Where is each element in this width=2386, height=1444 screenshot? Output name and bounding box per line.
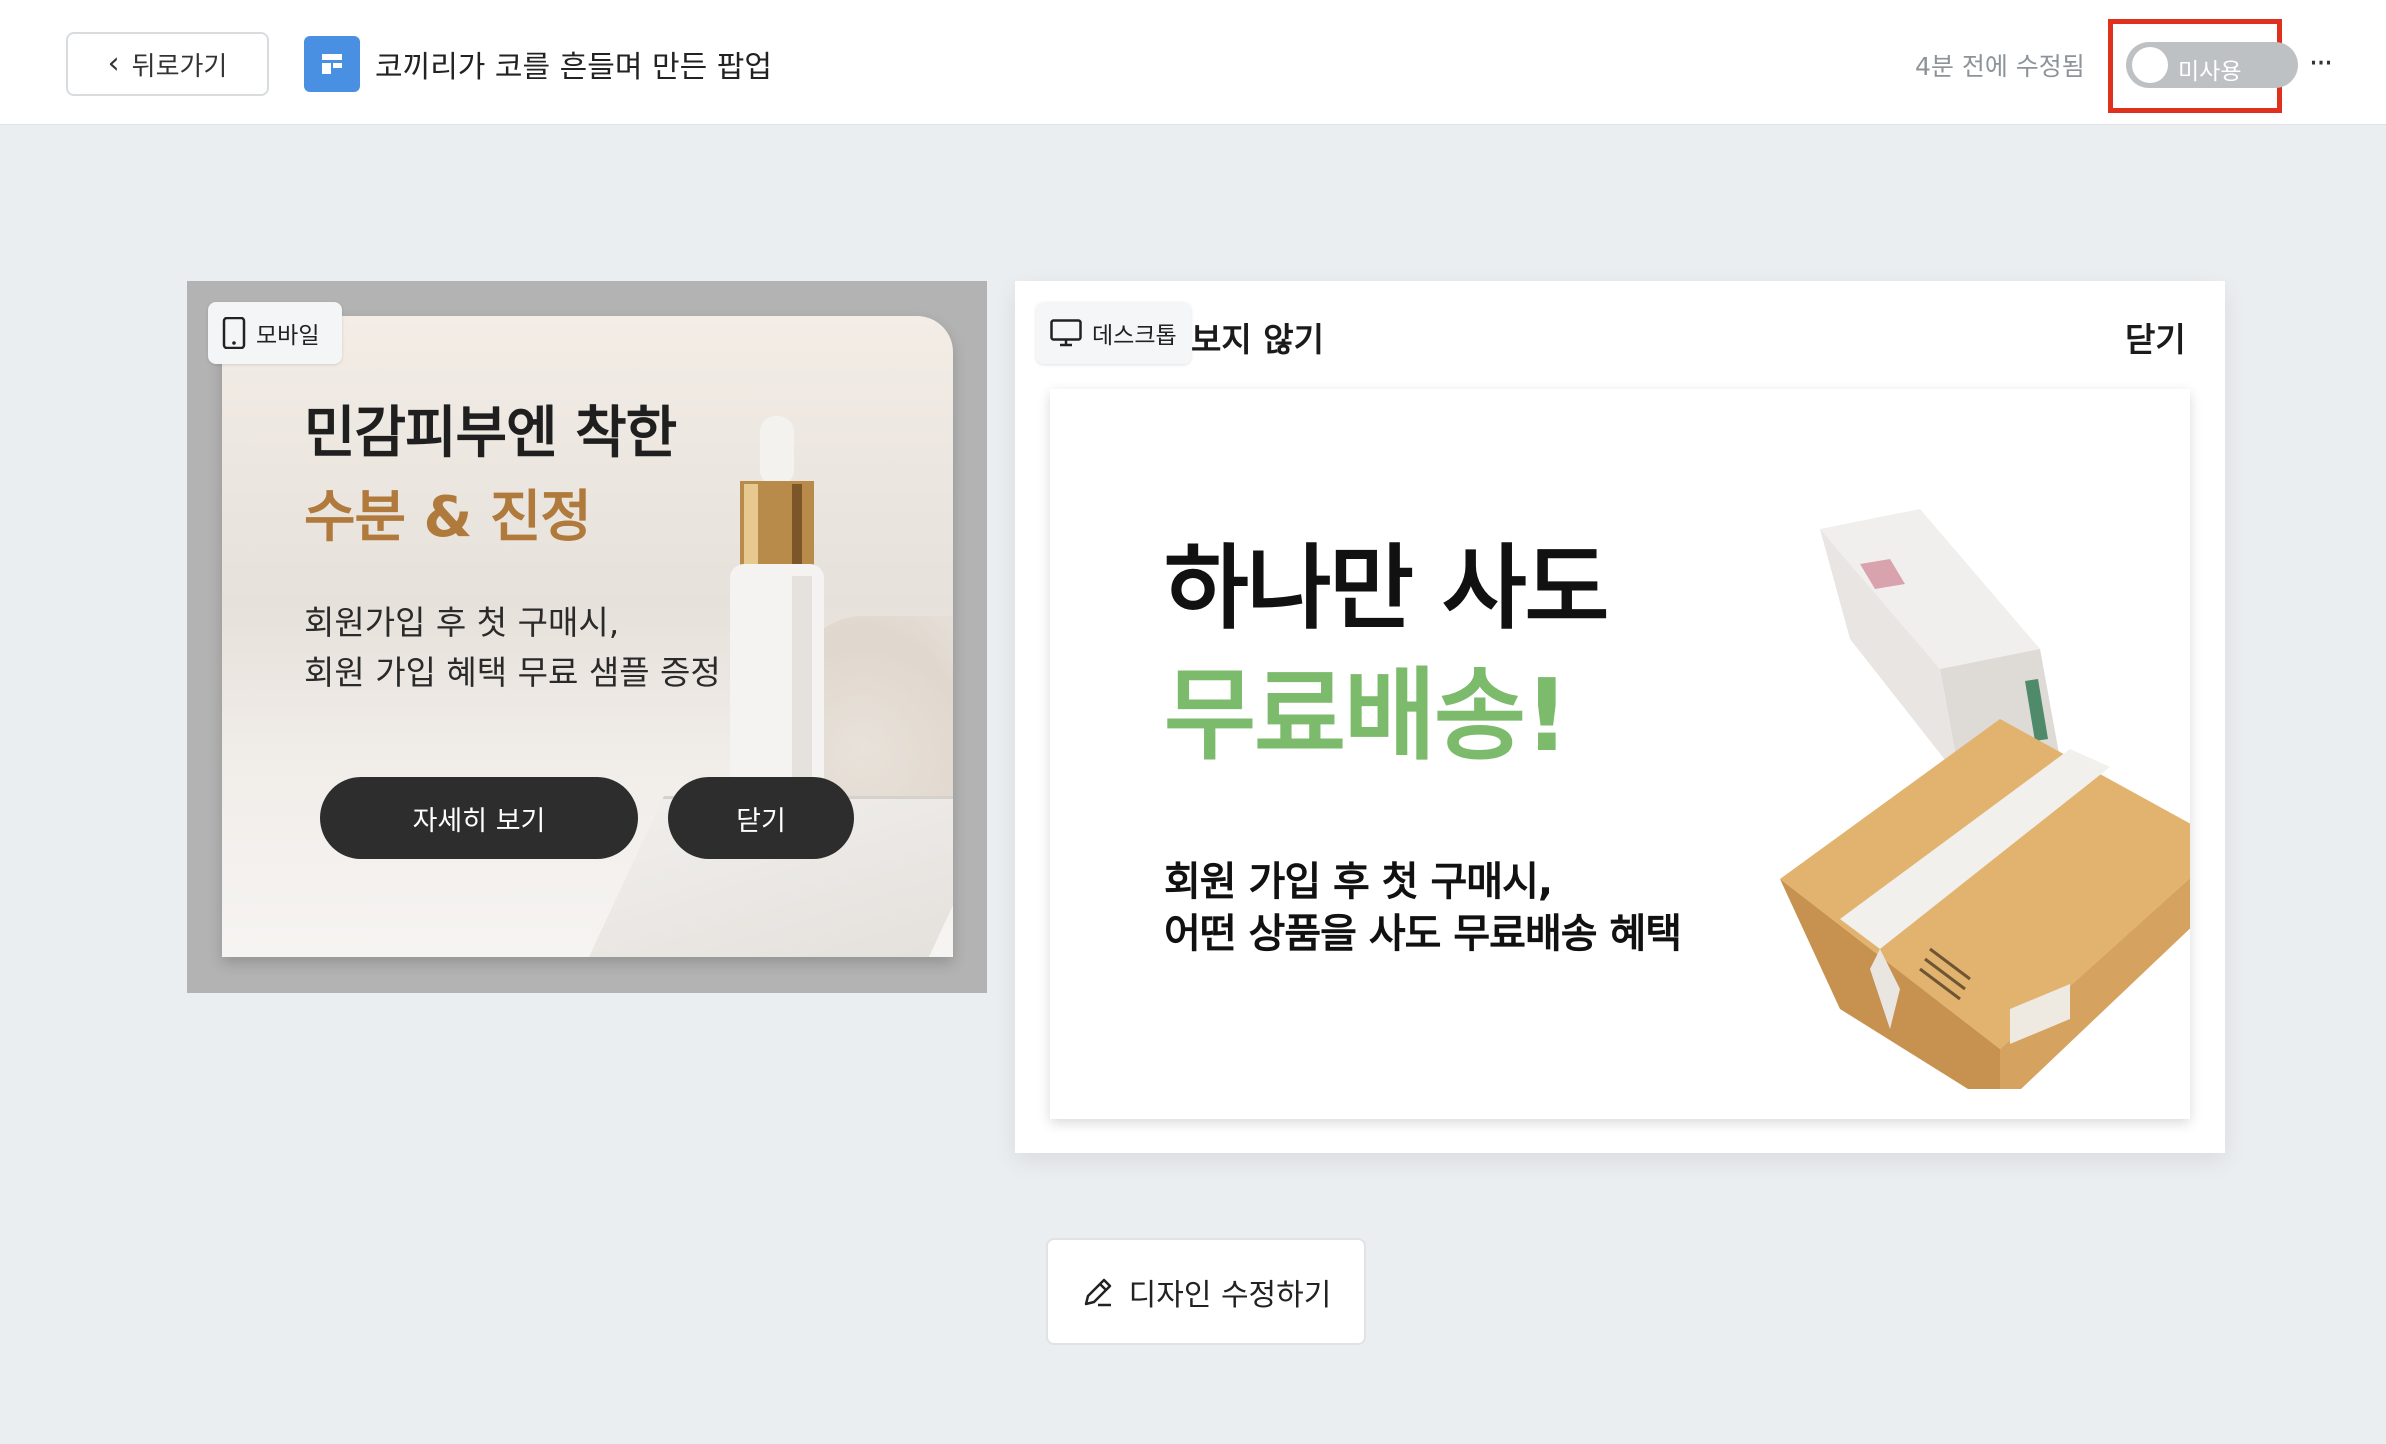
desktop-body-line2: 어떤 상품을 사도 무료배송 혜택 xyxy=(1164,911,1682,957)
mobile-preview-panel: 민감피부엔 착한 수분 & 진정 회원가입 후 첫 구매시, 회원 가입 혜택 … xyxy=(187,281,987,993)
delivery-box-image xyxy=(1780,509,2190,1089)
desktop-close-button[interactable]: 닫기 xyxy=(2125,313,2186,361)
mobile-badge: 모바일 xyxy=(208,302,342,364)
serum-bottle-image xyxy=(730,416,824,836)
toggle-knob xyxy=(2132,47,2168,83)
desktop-popup-card: 하나만 사도 무료배송! 회원 가입 후 첫 구매시, 어떤 상품을 사도 무료… xyxy=(1050,389,2190,1119)
edit-design-button[interactable]: 디자인 수정하기 xyxy=(1046,1238,1366,1345)
active-toggle[interactable]: 미사용 xyxy=(2126,42,2298,88)
back-button-label: 뒤로가기 xyxy=(131,51,228,82)
edit-design-label: 디자인 수정하기 xyxy=(1128,1277,1332,1313)
dont-show-button[interactable]: 보지 않기 xyxy=(1191,313,1324,361)
mobile-detail-button[interactable]: 자세히 보기 xyxy=(320,777,638,859)
desktop-badge-label: 데스크톱 xyxy=(1092,323,1177,349)
layout-icon xyxy=(304,36,360,92)
desktop-title-line2: 무료배송! xyxy=(1164,657,1570,774)
desktop-badge: 데스크톱 xyxy=(1036,302,1191,364)
mobile-body-line1: 회원가입 후 첫 구매시, xyxy=(304,603,620,642)
desktop-body-line1: 회원 가입 후 첫 구매시, xyxy=(1164,859,1553,905)
desktop-title-line1: 하나만 사도 xyxy=(1164,535,1609,642)
page-title: 코끼리가 코를 흔들며 만든 팝업 xyxy=(375,50,772,85)
mobile-title-line1: 민감피부엔 착한 xyxy=(304,401,677,466)
back-button[interactable]: ‹ 뒤로가기 xyxy=(66,32,269,96)
smartphone-icon xyxy=(222,317,246,349)
mobile-badge-label: 모바일 xyxy=(256,323,320,349)
mobile-title-line2: 수분 & 진정 xyxy=(304,485,592,550)
toggle-label: 미사용 xyxy=(2178,59,2242,85)
pencil-icon xyxy=(1084,1278,1111,1306)
desktop-preview-panel: 보지 않기 닫기 하나만 사도 무료배송! 회원 가입 후 첫 구매시, 어떤 … xyxy=(1015,281,2225,1153)
monitor-icon xyxy=(1050,319,1082,347)
modified-time: 4분 전에 수정됨 xyxy=(1915,52,2085,81)
mobile-close-button[interactable]: 닫기 xyxy=(668,777,854,859)
mobile-body-line2: 회원 가입 혜택 무료 샘플 증정 xyxy=(304,653,721,692)
mobile-popup-card: 민감피부엔 착한 수분 & 진정 회원가입 후 첫 구매시, 회원 가입 혜택 … xyxy=(222,316,953,957)
more-options-button[interactable]: ··· xyxy=(2300,38,2340,88)
chevron-left-icon: ‹ xyxy=(107,46,120,81)
top-bar: ‹ 뒤로가기 코끼리가 코를 흔들며 만든 팝업 4분 전에 수정됨 미사용 ·… xyxy=(0,0,2386,125)
